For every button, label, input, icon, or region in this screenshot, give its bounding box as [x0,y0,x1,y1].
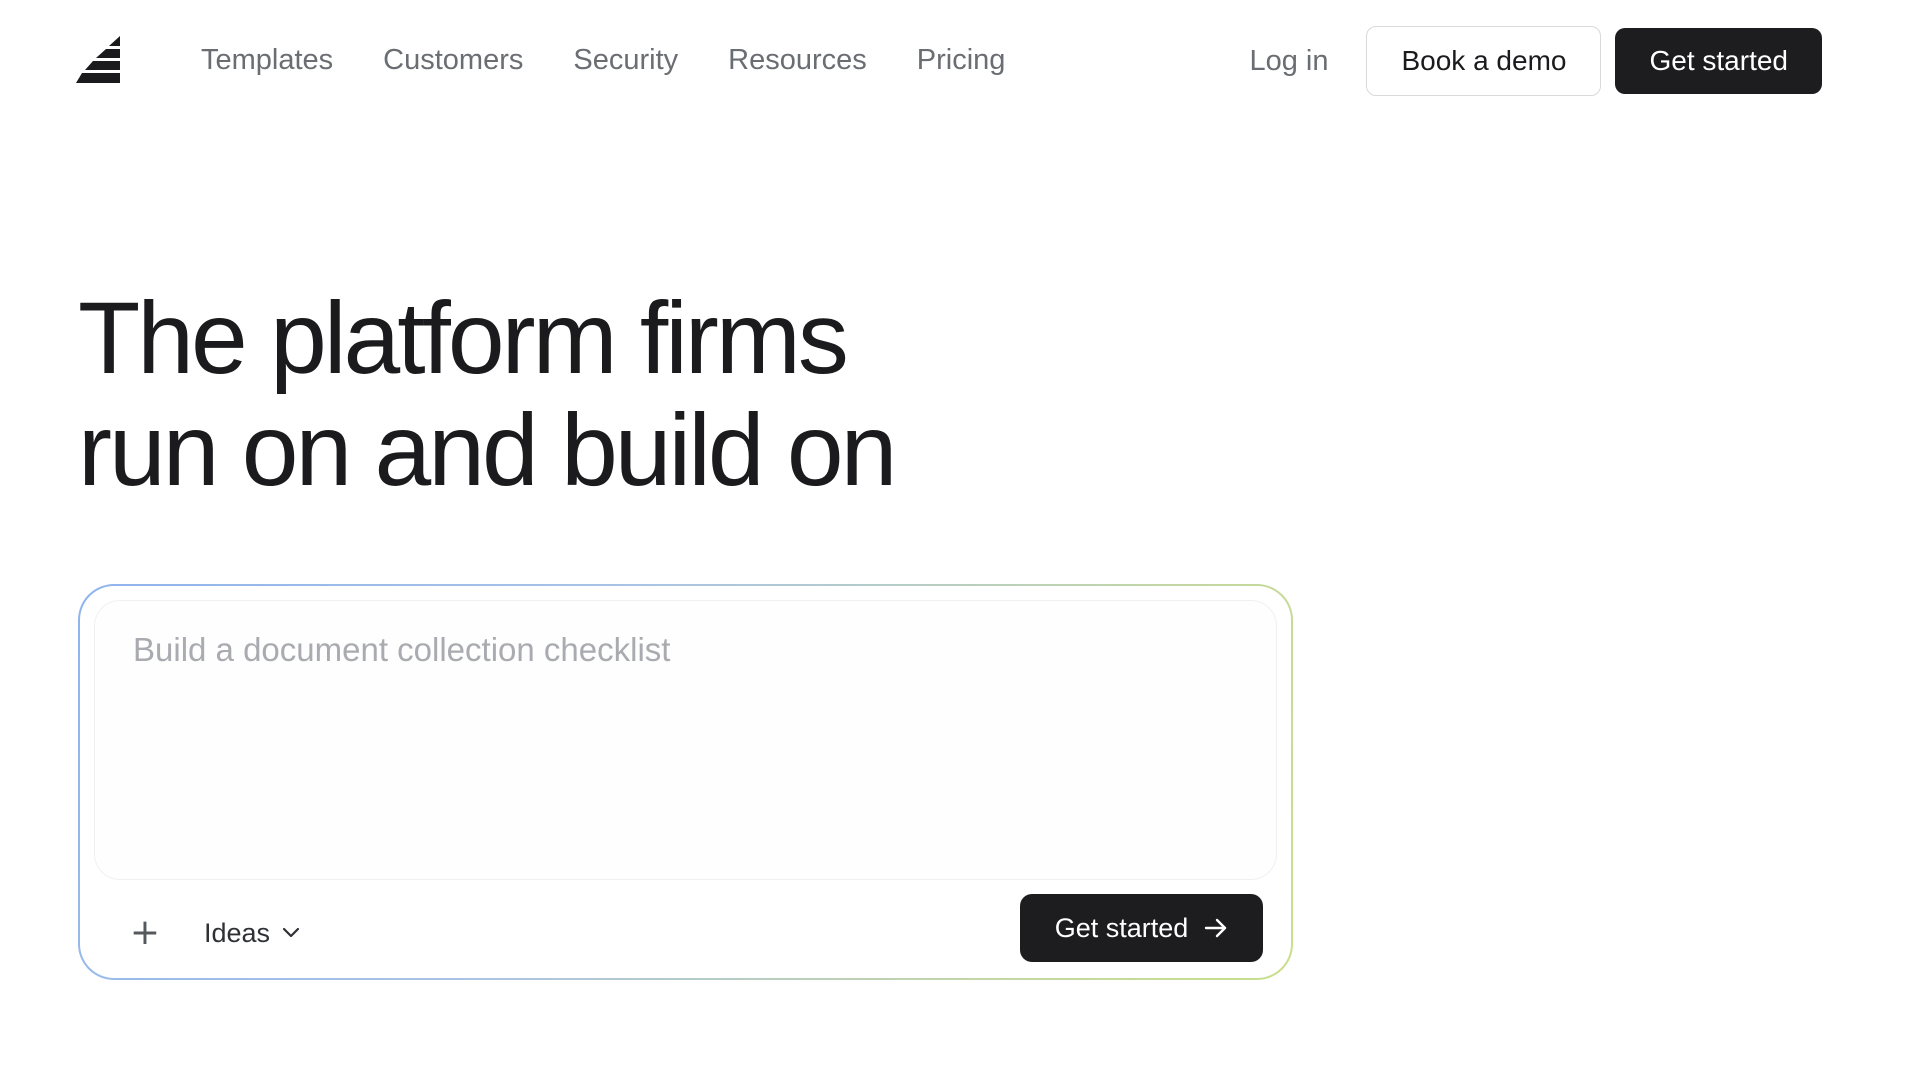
attach-button[interactable]: + [120,908,170,958]
ideas-label: Ideas [204,917,271,948]
nav-link-customers[interactable]: Customers [383,44,523,77]
book-demo-button[interactable]: Book a demo [1366,26,1602,96]
stacked-stripes-logo-icon [76,36,120,83]
hero-title-line-1: The platform firms [78,281,849,395]
chevron-down-icon [282,927,300,939]
main-nav: Templates Customers Security Resources P… [201,38,1005,82]
logo-icon[interactable] [76,34,130,86]
prompt-input[interactable] [94,600,1277,880]
nav-link-security[interactable]: Security [573,44,678,77]
get-started-button[interactable]: Get started [1615,28,1822,94]
prompt-get-started-button[interactable]: Get started [1020,894,1263,962]
arrow-right-icon [1204,918,1228,938]
plus-icon: + [129,912,161,953]
nav-link-pricing[interactable]: Pricing [917,44,1006,77]
header-actions: Log in Book a demo Get started [1249,26,1822,96]
hero-title: The platform firms run on and build on [78,281,897,507]
site-header: Templates Customers Security Resources P… [0,0,1920,122]
hero-title-line-2: run on and build on [78,393,897,507]
prompt-box-inner: + Ideas Get started [80,586,1291,978]
ideas-dropdown[interactable]: Ideas [204,908,300,958]
prompt-box: + Ideas Get started [78,584,1293,980]
prompt-get-started-label: Get started [1054,912,1189,943]
nav-link-templates[interactable]: Templates [201,44,333,77]
login-link[interactable]: Log in [1249,45,1328,78]
nav-link-resources[interactable]: Resources [728,44,867,77]
